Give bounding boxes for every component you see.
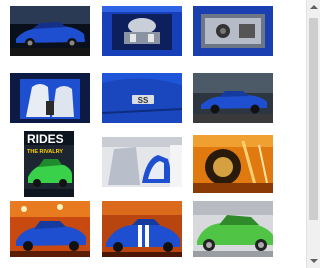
image-gallery: SS RIDES THE RIVALRY [0,0,278,268]
arrow-down-icon [310,259,318,263]
svg-text:SS: SS [138,96,149,105]
thumbnail-car-showroom-front[interactable] [10,201,90,257]
thumbnail-ss-badge[interactable]: SS [102,73,182,123]
thumbnail-car-showroom-angle[interactable] [102,201,182,257]
thumbnail-car-profile-outdoor[interactable] [193,73,273,123]
thumbnail-car-side-outdoor[interactable] [10,6,90,56]
thumbnail-interior-door-open[interactable] [102,137,182,187]
thumbnail-wheel-close-up[interactable] [193,135,273,193]
magazine-title: RIDES [27,132,64,146]
thumbnail-green-car-show[interactable] [193,201,273,257]
scrollbar-thumb[interactable] [309,18,318,220]
thumbnail-interior-seats[interactable] [10,73,90,123]
thumbnail-magazine-cover[interactable]: RIDES THE RIVALRY [24,131,74,197]
arrow-up-icon [310,5,318,9]
vertical-scrollbar[interactable] [306,0,320,268]
scroll-down-button[interactable] [307,254,320,268]
thumbnail-engine-bay[interactable] [102,6,182,56]
magazine-subtitle: THE RIVALRY [27,149,63,155]
thumbnail-trunk-speakers[interactable] [193,6,273,56]
scroll-up-button[interactable] [307,0,320,14]
